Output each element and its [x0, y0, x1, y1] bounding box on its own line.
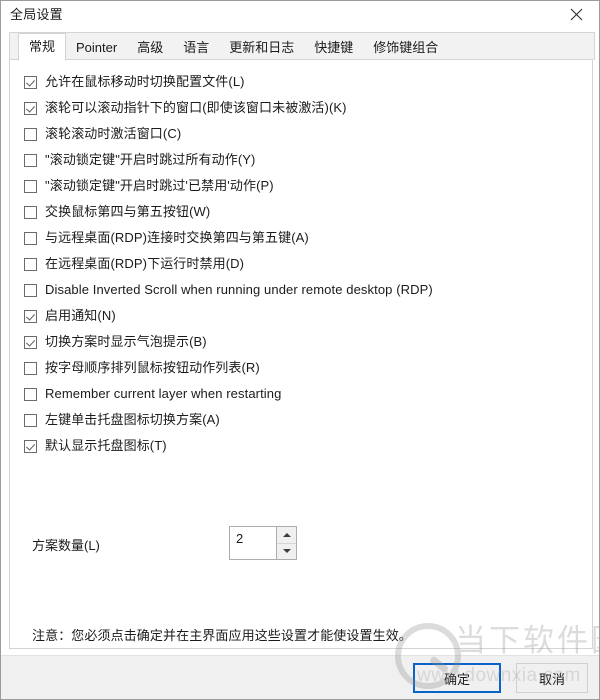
checkbox-indicator[interactable]	[24, 284, 37, 297]
checkbox-indicator[interactable]	[24, 128, 37, 141]
tab-bar: 常规 Pointer 高级 语言 更新和日志 快捷键 修饰键组合	[9, 32, 595, 61]
close-icon	[570, 8, 583, 21]
checkbox-label: 左键单击托盘图标切换方案(A)	[45, 412, 220, 427]
checkbox-indicator[interactable]	[24, 154, 37, 167]
stepper-down-button[interactable]	[277, 542, 296, 559]
close-button[interactable]	[553, 1, 599, 28]
checkbox-label: 与远程桌面(RDP)连接时交换第四与第五键(A)	[45, 230, 309, 245]
checkbox-indicator[interactable]	[24, 180, 37, 193]
checkbox-row-disable-under-rdp[interactable]: 在远程桌面(RDP)下运行时禁用(D)	[24, 256, 244, 272]
checkbox-label: 按字母顺序排列鼠标按钮动作列表(R)	[45, 360, 260, 375]
title-bar: 全局设置	[1, 1, 599, 28]
note-text: 注意：您必须点击确定并在主界面应用这些设置才能使设置生效。	[32, 628, 412, 643]
checkbox-row-scrolllock-skip-all[interactable]: "滚动锁定键"开启时跳过所有动作(Y)	[24, 152, 255, 168]
tab-pointer[interactable]: Pointer	[66, 34, 127, 61]
checkbox-row-left-click-tray-switch-scheme[interactable]: 左键单击托盘图标切换方案(A)	[24, 412, 220, 428]
checkbox-label: 滚轮可以滚动指针下的窗口(即使该窗口未被激活)(K)	[45, 100, 347, 115]
checkbox-label: 交换鼠标第四与第五按钮(W)	[45, 204, 211, 219]
cancel-button[interactable]: 取消	[516, 663, 588, 693]
stepper-buttons	[276, 527, 296, 559]
checkbox-indicator[interactable]	[24, 362, 37, 375]
checkbox-label: Remember current layer when restarting	[45, 386, 282, 401]
checkbox-row-switch-profile-on-move[interactable]: 允许在鼠标移动时切换配置文件(L)	[24, 74, 245, 90]
checkbox-indicator[interactable]	[24, 310, 37, 323]
checkbox-row-activate-window-on-scroll[interactable]: 滚轮滚动时激活窗口(C)	[24, 126, 181, 142]
general-settings-panel: 允许在鼠标移动时切换配置文件(L) 滚轮可以滚动指针下的窗口(即使该窗口未被激活…	[9, 59, 593, 649]
checkbox-row-disable-inverted-scroll-rdp[interactable]: Disable Inverted Scroll when running und…	[24, 282, 433, 298]
checkbox-indicator[interactable]	[24, 206, 37, 219]
checkbox-label: 切换方案时显示气泡提示(B)	[45, 334, 207, 349]
checkbox-label: 默认显示托盘图标(T)	[45, 438, 167, 453]
checkbox-indicator[interactable]	[24, 76, 37, 89]
checkbox-label: "滚动锁定键"开启时跳过'已禁用'动作(P)	[45, 178, 274, 193]
scheme-count-label: 方案数量(L)	[32, 538, 100, 553]
tab-updates-log[interactable]: 更新和日志	[219, 34, 304, 61]
checkbox-label: Disable Inverted Scroll when running und…	[45, 282, 433, 297]
global-settings-dialog: 全局设置 常规 Pointer 高级 语言 更新和日志 快捷键 修饰键组合 允许…	[0, 0, 600, 700]
checkbox-row-swap-buttons-4-5-rdp[interactable]: 与远程桌面(RDP)连接时交换第四与第五键(A)	[24, 230, 309, 246]
checkbox-row-sort-actions-alphabetically[interactable]: 按字母顺序排列鼠标按钮动作列表(R)	[24, 360, 260, 376]
checkbox-row-scrolllock-skip-disabled[interactable]: "滚动锁定键"开启时跳过'已禁用'动作(P)	[24, 178, 274, 194]
tab-general[interactable]: 常规	[18, 33, 67, 61]
checkbox-indicator[interactable]	[24, 258, 37, 271]
tab-language[interactable]: 语言	[173, 34, 219, 61]
checkbox-row-swap-buttons-4-5[interactable]: 交换鼠标第四与第五按钮(W)	[24, 204, 210, 220]
checkbox-indicator[interactable]	[24, 102, 37, 115]
checkbox-label: 在远程桌面(RDP)下运行时禁用(D)	[45, 256, 245, 271]
checkbox-indicator[interactable]	[24, 414, 37, 427]
checkbox-label: 允许在鼠标移动时切换配置文件(L)	[45, 74, 245, 89]
tab-advanced[interactable]: 高级	[127, 34, 173, 61]
scheme-count-row: 方案数量(L) 2	[24, 526, 564, 560]
checkbox-indicator[interactable]	[24, 440, 37, 453]
checkbox-label: "滚动锁定键"开启时跳过所有动作(Y)	[45, 152, 256, 167]
arrow-down-icon	[282, 549, 291, 554]
arrow-up-icon	[282, 532, 291, 537]
ok-button[interactable]: 确定	[413, 663, 501, 693]
stepper-up-button[interactable]	[277, 527, 296, 543]
checkbox-row-show-tray-icon-by-default[interactable]: 默认显示托盘图标(T)	[24, 438, 167, 454]
window-title: 全局设置	[10, 7, 63, 22]
scheme-count-input[interactable]: 2	[230, 527, 276, 559]
checkbox-label: 启用通知(N)	[45, 308, 116, 323]
checkbox-label: 滚轮滚动时激活窗口(C)	[45, 126, 182, 141]
checkbox-indicator[interactable]	[24, 336, 37, 349]
checkbox-indicator[interactable]	[24, 388, 37, 401]
checkbox-indicator[interactable]	[24, 232, 37, 245]
dialog-footer: 确定 取消	[1, 655, 599, 699]
scheme-count-stepper[interactable]: 2	[229, 526, 297, 560]
checkbox-row-enable-notifications[interactable]: 启用通知(N)	[24, 308, 116, 324]
checkbox-row-balloon-on-scheme-switch[interactable]: 切换方案时显示气泡提示(B)	[24, 334, 207, 350]
checkbox-row-scroll-window-under-pointer[interactable]: 滚轮可以滚动指针下的窗口(即使该窗口未被激活)(K)	[24, 100, 347, 116]
checkbox-row-remember-current-layer[interactable]: Remember current layer when restarting	[24, 386, 281, 402]
tab-modifier-combo[interactable]: 修饰键组合	[363, 34, 448, 61]
tab-hotkeys[interactable]: 快捷键	[304, 34, 363, 61]
